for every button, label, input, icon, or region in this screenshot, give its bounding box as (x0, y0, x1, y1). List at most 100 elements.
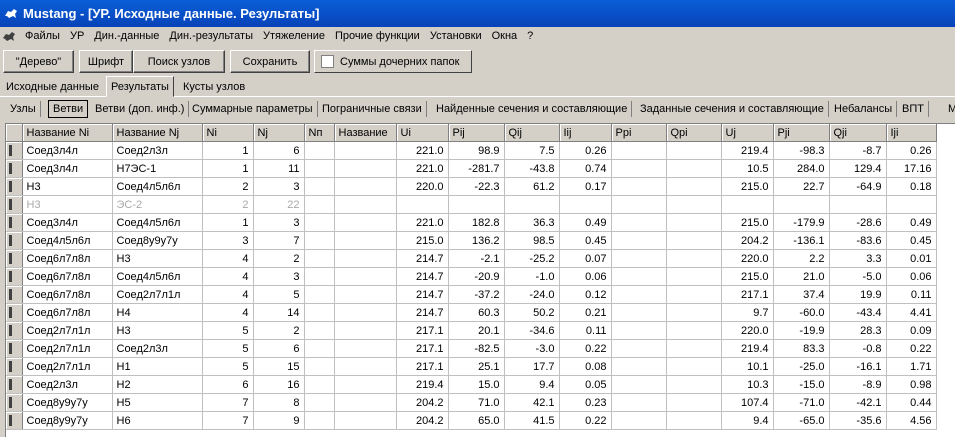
table-cell[interactable]: 6 (253, 141, 305, 160)
menu-weighting[interactable]: Утяжеление (258, 30, 330, 42)
table-cell[interactable]: 10.5 (721, 159, 774, 178)
table-cell[interactable]: 6 (253, 339, 305, 358)
table-cell[interactable] (611, 375, 667, 394)
table-cell[interactable]: -65.0 (773, 411, 830, 430)
table-cell[interactable] (304, 141, 335, 160)
table-cell[interactable] (304, 159, 335, 178)
table-cell[interactable]: -64.9 (829, 177, 887, 196)
row-indicator[interactable] (6, 141, 23, 160)
column-header[interactable]: Iij (559, 124, 612, 142)
table-cell[interactable]: 4 (202, 249, 254, 268)
table-cell[interactable] (334, 303, 397, 322)
table-cell[interactable]: 1 (202, 159, 254, 178)
table-row[interactable]: Соед4л5л6л Соед8у9у7у 3 7 215.0 136.2 98.5 0.45… (6, 231, 937, 250)
table-cell[interactable]: -82.5 (448, 339, 505, 358)
table-cell[interactable] (829, 195, 887, 214)
table-cell[interactable]: 2 (202, 195, 254, 214)
table-cell[interactable]: 107.4 (721, 393, 774, 412)
tab-more[interactable]: М (944, 101, 955, 117)
table-cell[interactable] (396, 195, 449, 214)
row-indicator[interactable] (6, 213, 23, 232)
document-system-icon[interactable] (2, 29, 18, 43)
table-cell[interactable]: 11 (253, 159, 305, 178)
table-cell[interactable] (559, 195, 612, 214)
table-cell[interactable]: 204.2 (396, 393, 449, 412)
table-cell[interactable] (334, 231, 397, 250)
table-cell[interactable] (611, 357, 667, 376)
column-header[interactable]: Qji (829, 124, 887, 142)
table-cell[interactable] (666, 159, 722, 178)
table-cell[interactable]: Н4 (112, 303, 203, 322)
table-cell[interactable] (666, 141, 722, 160)
row-indicator[interactable] (6, 411, 23, 430)
table-cell[interactable]: -28.6 (829, 213, 887, 232)
table-cell[interactable] (334, 213, 397, 232)
table-cell[interactable] (304, 321, 335, 340)
row-indicator[interactable] (6, 195, 23, 214)
table-cell[interactable]: 5 (202, 339, 254, 358)
table-cell[interactable]: 0.26 (559, 141, 612, 160)
row-indicator[interactable] (6, 249, 23, 268)
table-cell[interactable]: -8.7 (829, 141, 887, 160)
table-cell[interactable]: 60.3 (448, 303, 505, 322)
tab-node-clusters[interactable]: Кусты узлов (179, 79, 249, 95)
table-cell[interactable] (304, 411, 335, 430)
table-cell[interactable]: Соед6л7л8л (22, 303, 113, 322)
table-cell[interactable]: 20.1 (448, 321, 505, 340)
row-indicator[interactable] (6, 267, 23, 286)
table-cell[interactable] (334, 357, 397, 376)
column-header[interactable]: Ui (396, 124, 449, 142)
branches-grid[interactable]: Название Ni Название Nj Ni Nj Nп Название Ui Pi… (5, 123, 955, 437)
menu-windows[interactable]: Окна (487, 30, 523, 42)
sums-checkbox[interactable] (321, 55, 334, 68)
table-cell[interactable]: Соед2л3л (22, 375, 113, 394)
table-cell[interactable] (666, 321, 722, 340)
table-cell[interactable]: 0.98 (886, 375, 937, 394)
table-cell[interactable]: 65.0 (448, 411, 505, 430)
table-cell[interactable] (304, 393, 335, 412)
table-cell[interactable]: 0.22 (559, 339, 612, 358)
table-row[interactable]: Соед3л4л Соед4л5л6л 1 3 221.0 182.8 36.3 0.49 21… (6, 213, 937, 232)
save-button[interactable]: Сохранить (230, 50, 310, 73)
table-cell[interactable] (334, 177, 397, 196)
table-cell[interactable]: -71.0 (773, 393, 830, 412)
table-cell[interactable]: 50.2 (504, 303, 560, 322)
table-cell[interactable]: 0.06 (886, 267, 937, 286)
table-cell[interactable] (666, 195, 722, 214)
table-cell[interactable]: Соед2л3л (112, 141, 203, 160)
table-cell[interactable] (666, 249, 722, 268)
table-cell[interactable]: -3.0 (504, 339, 560, 358)
table-cell[interactable] (304, 285, 335, 304)
table-cell[interactable]: 71.0 (448, 393, 505, 412)
table-cell[interactable]: -22.3 (448, 177, 505, 196)
table-cell[interactable]: 0.11 (886, 285, 937, 304)
table-row[interactable]: Соед2л7л1л Н1 5 15 217.1 25.1 17.7 0.08 10.1 -25.… (6, 357, 937, 376)
table-cell[interactable] (611, 339, 667, 358)
table-cell[interactable]: -37.2 (448, 285, 505, 304)
column-header[interactable]: Iji (886, 124, 937, 142)
column-header[interactable]: Название (334, 124, 397, 142)
table-row[interactable]: Соед6л7л8л Соед4л5л6л 4 3 214.7 -20.9 -1.0 0.06… (6, 267, 937, 286)
table-cell[interactable] (611, 393, 667, 412)
row-indicator[interactable] (6, 375, 23, 394)
table-cell[interactable]: 204.2 (396, 411, 449, 430)
table-cell[interactable]: 0.21 (559, 303, 612, 322)
table-cell[interactable]: 22.7 (773, 177, 830, 196)
table-cell[interactable] (611, 213, 667, 232)
table-cell[interactable]: 0.05 (559, 375, 612, 394)
table-cell[interactable] (304, 303, 335, 322)
table-cell[interactable] (334, 159, 397, 178)
table-cell[interactable]: 0.44 (886, 393, 937, 412)
sums-checkbox-group[interactable]: Суммы дочерних папок (314, 50, 472, 73)
table-cell[interactable]: Соед2л3л (112, 339, 203, 358)
table-cell[interactable]: 0.49 (559, 213, 612, 232)
table-cell[interactable]: 15.0 (448, 375, 505, 394)
table-cell[interactable]: 9.7 (721, 303, 774, 322)
table-cell[interactable]: 41.5 (504, 411, 560, 430)
table-cell[interactable]: 0.49 (886, 213, 937, 232)
table-cell[interactable] (304, 249, 335, 268)
table-cell[interactable]: Соед8у9у7у (22, 411, 113, 430)
row-indicator[interactable] (6, 393, 23, 412)
table-cell[interactable]: 204.2 (721, 231, 774, 250)
table-cell[interactable]: 1 (202, 213, 254, 232)
